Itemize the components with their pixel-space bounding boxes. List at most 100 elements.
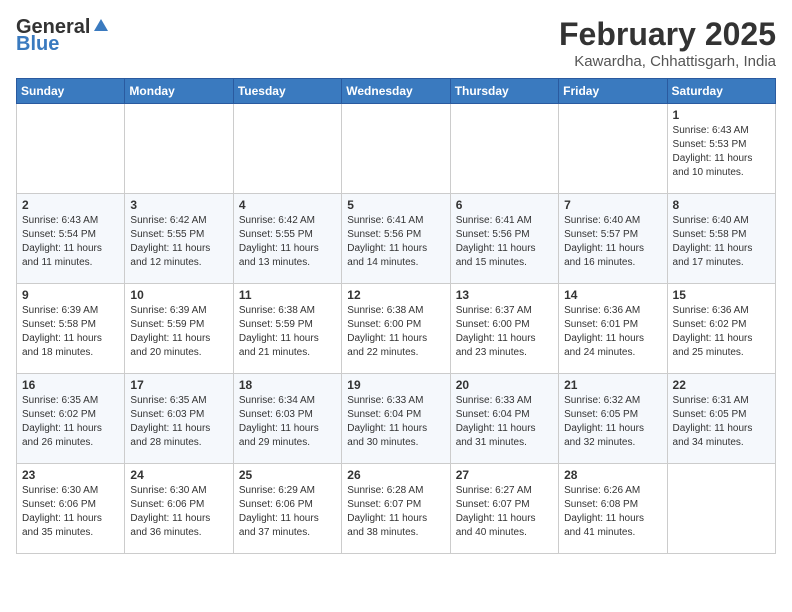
calendar-cell: 7 Sunrise: 6:40 AM Sunset: 5:57 PM Daylig… <box>559 194 667 284</box>
calendar-cell: 1 Sunrise: 6:43 AM Sunset: 5:53 PM Daylig… <box>667 104 775 194</box>
calendar-cell: 5 Sunrise: 6:41 AM Sunset: 5:56 PM Daylig… <box>342 194 450 284</box>
day-number: 8 <box>673 198 770 212</box>
calendar-cell <box>17 104 125 194</box>
day-info: Sunrise: 6:33 AM Sunset: 6:04 PM Dayligh… <box>347 394 444 450</box>
calendar-cell: 10 Sunrise: 6:39 AM Sunset: 5:59 PM Dayli… <box>125 284 233 374</box>
day-info: Sunrise: 6:32 AM Sunset: 6:05 PM Dayligh… <box>564 394 661 450</box>
calendar-week-row: 9 Sunrise: 6:39 AM Sunset: 5:58 PM Daylig… <box>17 284 776 374</box>
calendar-cell: 18Sunrise: 6:34 AM Sunset: 6:03 PM Dayli… <box>233 374 341 464</box>
day-info: Sunrise: 6:39 AM Sunset: 5:58 PM Dayligh… <box>22 304 119 360</box>
day-info: Sunrise: 6:40 AM Sunset: 5:57 PM Dayligh… <box>564 214 661 270</box>
day-number: 14 <box>564 288 661 302</box>
calendar-cell: 13 Sunrise: 6:37 AM Sunset: 6:00 PM Dayli… <box>450 284 558 374</box>
day-number: 26 <box>347 468 444 482</box>
calendar-header-row: SundayMondayTuesdayWednesdayThursdayFrid… <box>17 79 776 104</box>
weekday-header: Friday <box>559 79 667 104</box>
title-block: February 2025 Kawardha, Chhattisgarh, In… <box>559 16 776 70</box>
day-number: 13 <box>456 288 553 302</box>
day-info: Sunrise: 6:38 AM Sunset: 5:59 PM Dayligh… <box>239 304 336 360</box>
day-info: Sunrise: 6:37 AM Sunset: 6:00 PM Dayligh… <box>456 304 553 360</box>
day-number: 23 <box>22 468 119 482</box>
day-number: 25 <box>239 468 336 482</box>
calendar-cell: 24Sunrise: 6:30 AM Sunset: 6:06 PM Dayli… <box>125 464 233 554</box>
day-number: 19 <box>347 378 444 392</box>
day-number: 15 <box>673 288 770 302</box>
calendar-cell: 2 Sunrise: 6:43 AM Sunset: 5:54 PM Daylig… <box>17 194 125 284</box>
calendar-cell <box>559 104 667 194</box>
day-number: 17 <box>130 378 227 392</box>
calendar-cell: 28 Sunrise: 6:26 AM Sunset: 6:08 PM Dayli… <box>559 464 667 554</box>
calendar-cell: 16 Sunrise: 6:35 AM Sunset: 6:02 PM Dayli… <box>17 374 125 464</box>
day-number: 28 <box>564 468 661 482</box>
calendar-cell <box>667 464 775 554</box>
logo-icon <box>92 17 110 35</box>
day-info: Sunrise: 6:42 AM Sunset: 5:55 PM Dayligh… <box>239 214 336 270</box>
day-number: 4 <box>239 198 336 212</box>
day-info: Sunrise: 6:30 AM Sunset: 6:06 PM Dayligh… <box>130 484 227 540</box>
calendar-cell: 22Sunrise: 6:31 AM Sunset: 6:05 PM Dayli… <box>667 374 775 464</box>
calendar-cell: 8 Sunrise: 6:40 AM Sunset: 5:58 PM Daylig… <box>667 194 775 284</box>
day-number: 7 <box>564 198 661 212</box>
calendar-cell: 9 Sunrise: 6:39 AM Sunset: 5:58 PM Daylig… <box>17 284 125 374</box>
weekday-header: Wednesday <box>342 79 450 104</box>
calendar-cell: 14 Sunrise: 6:36 AM Sunset: 6:01 PM Dayli… <box>559 284 667 374</box>
day-number: 3 <box>130 198 227 212</box>
calendar-cell <box>450 104 558 194</box>
calendar-table: SundayMondayTuesdayWednesdayThursdayFrid… <box>16 78 776 554</box>
day-info: Sunrise: 6:35 AM Sunset: 6:02 PM Dayligh… <box>22 394 119 450</box>
calendar-week-row: 1 Sunrise: 6:43 AM Sunset: 5:53 PM Daylig… <box>17 104 776 194</box>
day-number: 11 <box>239 288 336 302</box>
calendar-cell: 25 Sunrise: 6:29 AM Sunset: 6:06 PM Dayli… <box>233 464 341 554</box>
calendar-cell: 11 Sunrise: 6:38 AM Sunset: 5:59 PM Dayli… <box>233 284 341 374</box>
day-number: 6 <box>456 198 553 212</box>
calendar-cell: 26 Sunrise: 6:28 AM Sunset: 6:07 PM Dayli… <box>342 464 450 554</box>
day-info: Sunrise: 6:40 AM Sunset: 5:58 PM Dayligh… <box>673 214 770 270</box>
location: Kawardha, Chhattisgarh, India <box>559 53 776 70</box>
calendar-cell: 27Sunrise: 6:27 AM Sunset: 6:07 PM Dayli… <box>450 464 558 554</box>
calendar-week-row: 2 Sunrise: 6:43 AM Sunset: 5:54 PM Daylig… <box>17 194 776 284</box>
weekday-header: Saturday <box>667 79 775 104</box>
calendar-cell: 23 Sunrise: 6:30 AM Sunset: 6:06 PM Dayli… <box>17 464 125 554</box>
day-number: 10 <box>130 288 227 302</box>
calendar-cell: 19 Sunrise: 6:33 AM Sunset: 6:04 PM Dayli… <box>342 374 450 464</box>
day-info: Sunrise: 6:43 AM Sunset: 5:53 PM Dayligh… <box>673 124 770 180</box>
day-info: Sunrise: 6:38 AM Sunset: 6:00 PM Dayligh… <box>347 304 444 360</box>
calendar-cell: 6 Sunrise: 6:41 AM Sunset: 5:56 PM Daylig… <box>450 194 558 284</box>
day-info: Sunrise: 6:36 AM Sunset: 6:01 PM Dayligh… <box>564 304 661 360</box>
calendar-cell: 20Sunrise: 6:33 AM Sunset: 6:04 PM Dayli… <box>450 374 558 464</box>
day-info: Sunrise: 6:29 AM Sunset: 6:06 PM Dayligh… <box>239 484 336 540</box>
calendar-cell: 15 Sunrise: 6:36 AM Sunset: 6:02 PM Dayli… <box>667 284 775 374</box>
calendar-cell: 4 Sunrise: 6:42 AM Sunset: 5:55 PM Daylig… <box>233 194 341 284</box>
calendar-cell: 12 Sunrise: 6:38 AM Sunset: 6:00 PM Dayli… <box>342 284 450 374</box>
day-info: Sunrise: 6:43 AM Sunset: 5:54 PM Dayligh… <box>22 214 119 270</box>
weekday-header: Tuesday <box>233 79 341 104</box>
calendar-cell: 3 Sunrise: 6:42 AM Sunset: 5:55 PM Daylig… <box>125 194 233 284</box>
day-info: Sunrise: 6:35 AM Sunset: 6:03 PM Dayligh… <box>130 394 227 450</box>
day-number: 21 <box>564 378 661 392</box>
day-info: Sunrise: 6:28 AM Sunset: 6:07 PM Dayligh… <box>347 484 444 540</box>
day-number: 16 <box>22 378 119 392</box>
day-info: Sunrise: 6:41 AM Sunset: 5:56 PM Dayligh… <box>347 214 444 270</box>
day-number: 18 <box>239 378 336 392</box>
day-info: Sunrise: 6:31 AM Sunset: 6:05 PM Dayligh… <box>673 394 770 450</box>
calendar-cell <box>233 104 341 194</box>
weekday-header: Monday <box>125 79 233 104</box>
day-info: Sunrise: 6:42 AM Sunset: 5:55 PM Dayligh… <box>130 214 227 270</box>
day-info: Sunrise: 6:26 AM Sunset: 6:08 PM Dayligh… <box>564 484 661 540</box>
calendar-cell <box>342 104 450 194</box>
day-info: Sunrise: 6:36 AM Sunset: 6:02 PM Dayligh… <box>673 304 770 360</box>
day-number: 2 <box>22 198 119 212</box>
day-info: Sunrise: 6:41 AM Sunset: 5:56 PM Dayligh… <box>456 214 553 270</box>
day-info: Sunrise: 6:33 AM Sunset: 6:04 PM Dayligh… <box>456 394 553 450</box>
calendar-week-row: 23 Sunrise: 6:30 AM Sunset: 6:06 PM Dayli… <box>17 464 776 554</box>
calendar-cell <box>125 104 233 194</box>
day-info: Sunrise: 6:30 AM Sunset: 6:06 PM Dayligh… <box>22 484 119 540</box>
day-number: 5 <box>347 198 444 212</box>
day-info: Sunrise: 6:39 AM Sunset: 5:59 PM Dayligh… <box>130 304 227 360</box>
day-number: 1 <box>673 108 770 122</box>
day-number: 12 <box>347 288 444 302</box>
month-title: February 2025 <box>559 16 776 53</box>
day-number: 9 <box>22 288 119 302</box>
logo: General Blue <box>16 16 110 56</box>
day-number: 27 <box>456 468 553 482</box>
